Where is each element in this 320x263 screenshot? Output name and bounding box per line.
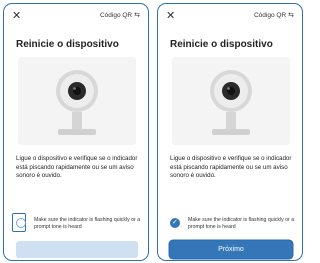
swap-arrows-icon: ⇆ — [288, 12, 294, 19]
camera-illustration — [18, 57, 136, 145]
qr-code-link[interactable]: Código QR ⇆ — [100, 11, 140, 21]
confirm-checkbox-label: Make sure the indicator is flashing quic… — [188, 217, 295, 230]
qr-code-label: Código QR — [253, 12, 287, 19]
close-icon[interactable]: ✕ — [12, 11, 21, 22]
top-bar: ✕ Código QR ⇆ — [10, 10, 142, 24]
confirm-checkbox[interactable]: ✓ — [170, 218, 180, 228]
next-button[interactable]: Próximo — [170, 241, 292, 258]
instruction-text: Ligue o dispositivo e verifique se o ind… — [16, 155, 138, 180]
checkmark-icon: ✓ — [172, 219, 178, 226]
camera-illustration — [172, 57, 290, 145]
confirm-checkbox-row[interactable]: Make sure the indicator is flashing quic… — [12, 213, 144, 236]
camera-image — [210, 70, 252, 135]
qr-code-link[interactable]: Código QR ⇆ — [254, 11, 294, 21]
screen-after-confirm: ✕ Código QR ⇆ Reinicie o dispositivo Ligu… — [157, 3, 303, 261]
next-button[interactable]: Próximo — [16, 241, 138, 258]
page-title: Reinicie o dispositivo — [170, 39, 273, 50]
confirm-checkbox[interactable] — [16, 218, 26, 228]
close-icon[interactable]: ✕ — [166, 11, 175, 22]
qr-code-label: Código QR — [99, 12, 133, 19]
screen-before-confirm: ✕ Código QR ⇆ Reinicie o dispositivo Ligu… — [3, 3, 149, 261]
page-title: Reinicie o dispositivo — [16, 39, 119, 50]
confirm-checkbox-label: Make sure the indicator is flashing quic… — [34, 217, 141, 230]
confirm-checkbox-row[interactable]: ✓ Make sure the indicator is flashing qu… — [168, 216, 298, 236]
swap-arrows-icon: ⇆ — [134, 12, 140, 19]
top-bar: ✕ Código QR ⇆ — [164, 10, 296, 24]
instruction-text: Ligue o dispositivo e verifique se o ind… — [170, 155, 292, 180]
camera-image — [56, 70, 98, 135]
